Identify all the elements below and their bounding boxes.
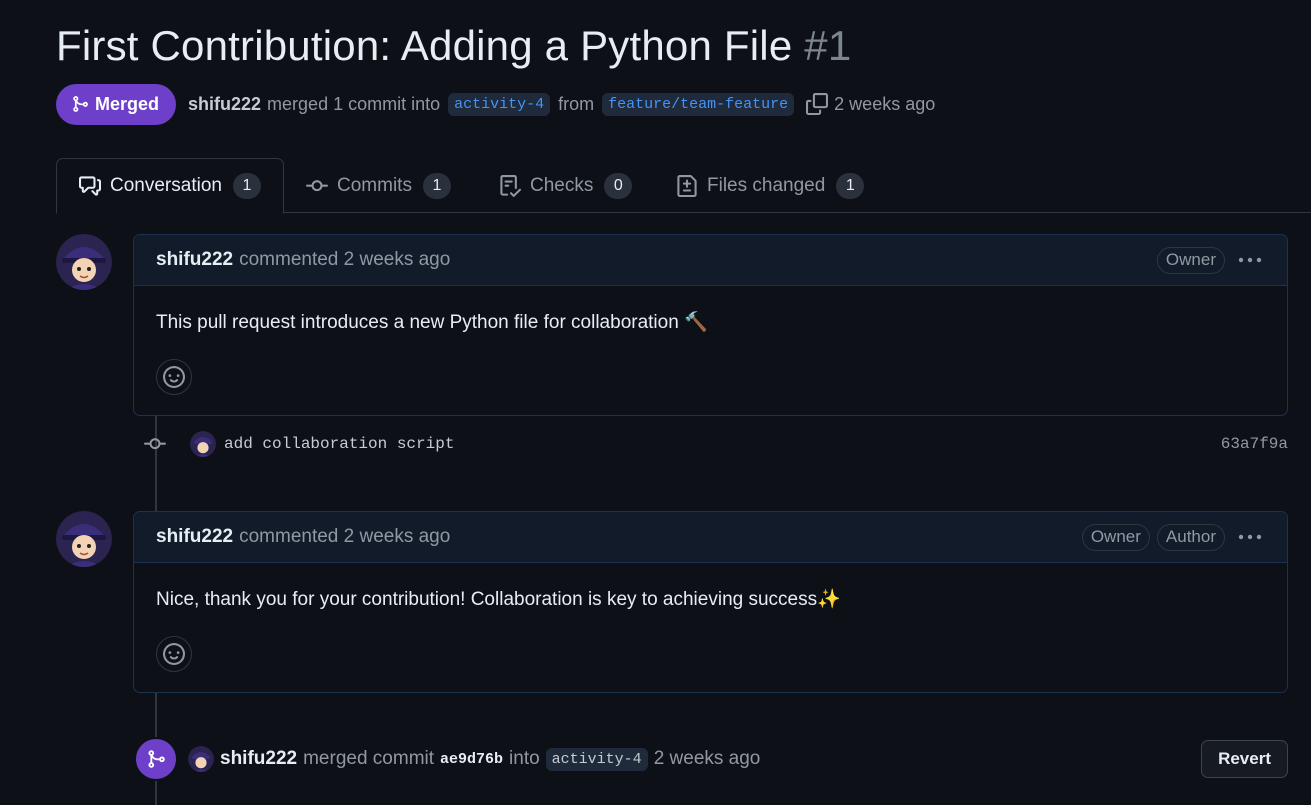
tab-label: Checks — [530, 174, 594, 196]
tab-counter: 1 — [422, 172, 451, 199]
into-label: into — [509, 748, 540, 769]
tab-counter: 1 — [836, 172, 865, 199]
tab-conversation[interactable]: Conversation 1 — [56, 158, 284, 214]
copy-icon[interactable] — [806, 93, 829, 115]
avatar[interactable] — [56, 511, 112, 567]
pr-time: 2 weeks ago — [834, 93, 936, 114]
pr-author-link[interactable]: shifu222 — [188, 94, 261, 115]
pr-meta: Merged shifu222 merged 1 commit into act… — [56, 83, 935, 125]
add-reaction-button[interactable] — [156, 359, 192, 395]
comment-card: shifu222 commented 2 weeks ago Owner Aut… — [133, 511, 1288, 693]
kebab-menu-icon[interactable] — [1235, 525, 1265, 549]
file-diff-icon — [677, 174, 697, 197]
tab-label: Commits — [337, 174, 412, 196]
owner-badge: Owner — [1156, 246, 1225, 274]
comment-body: Nice, thank you for your contribution! C… — [156, 589, 841, 610]
comment-author[interactable]: shifu222 — [156, 249, 233, 271]
revert-button[interactable]: Revert — [1201, 740, 1288, 778]
tab-counter: 0 — [604, 172, 633, 199]
state-label: Merged — [95, 93, 160, 114]
tab-files-changed[interactable]: Files changed 1 — [654, 158, 886, 213]
merge-summary: merged 1 commit into — [267, 93, 441, 114]
merged-state-badge: Merged — [56, 83, 177, 125]
commit-message-link[interactable]: add collaboration script — [224, 435, 454, 453]
comment-action: commented 2 weeks ago — [239, 249, 451, 270]
comment-action: commented 2 weeks ago — [239, 526, 451, 547]
comment-body: This pull request introduces a new Pytho… — [156, 312, 708, 333]
commit-item: add collaboration script 63a7f9a — [140, 426, 1288, 462]
comment-header: shifu222 commented 2 weeks ago Owner Aut… — [134, 512, 1287, 563]
author-badge: Author — [1156, 523, 1225, 551]
merge-commit-sha[interactable]: ae9d76b — [440, 751, 503, 768]
pr-title-text: First Contribution: Adding a Python File — [56, 22, 793, 69]
comment-card: shifu222 commented 2 weeks ago Owner Thi… — [133, 234, 1288, 416]
owner-badge: Owner — [1081, 523, 1150, 551]
comment-discussion-icon — [79, 176, 101, 196]
git-commit-icon — [306, 179, 328, 191]
base-branch[interactable]: activity-4 — [448, 92, 551, 116]
pr-number: #1 — [804, 22, 852, 69]
tab-label: Files changed — [707, 174, 826, 196]
commit-sha-link[interactable]: 63a7f9a — [1221, 435, 1288, 453]
git-commit-icon — [140, 429, 170, 459]
merge-text: merged commit — [303, 748, 435, 769]
git-merge-icon — [134, 737, 178, 781]
tab-checks[interactable]: Checks 0 — [477, 158, 654, 213]
merge-time: 2 weeks ago — [653, 748, 761, 769]
from-label: from — [558, 93, 595, 114]
avatar[interactable] — [188, 746, 214, 772]
kebab-menu-icon[interactable] — [1235, 248, 1265, 272]
merge-target-branch[interactable]: activity-4 — [545, 747, 648, 771]
head-branch[interactable]: feature/team-feature — [602, 92, 795, 116]
git-merge-icon — [73, 96, 88, 112]
avatar[interactable] — [56, 234, 112, 290]
pr-title: First Contribution: Adding a Python File… — [56, 22, 851, 70]
tab-commits[interactable]: Commits 1 — [284, 158, 473, 213]
avatar[interactable] — [190, 431, 216, 457]
tab-label: Conversation — [110, 175, 222, 196]
comment-header: shifu222 commented 2 weeks ago Owner — [134, 235, 1287, 286]
smiley-icon — [163, 366, 185, 388]
comment-author[interactable]: shifu222 — [156, 526, 233, 548]
add-reaction-button[interactable] — [156, 636, 192, 672]
checklist-icon — [500, 174, 521, 197]
smiley-icon — [163, 643, 185, 665]
tab-counter: 1 — [232, 173, 261, 199]
merge-author[interactable]: shifu222 — [220, 748, 297, 770]
merge-event: shifu222 merged commit ae9d76b into acti… — [134, 737, 1288, 781]
pr-tabs: Conversation 1 Commits 1 Checks 0 Files … — [56, 158, 1311, 214]
